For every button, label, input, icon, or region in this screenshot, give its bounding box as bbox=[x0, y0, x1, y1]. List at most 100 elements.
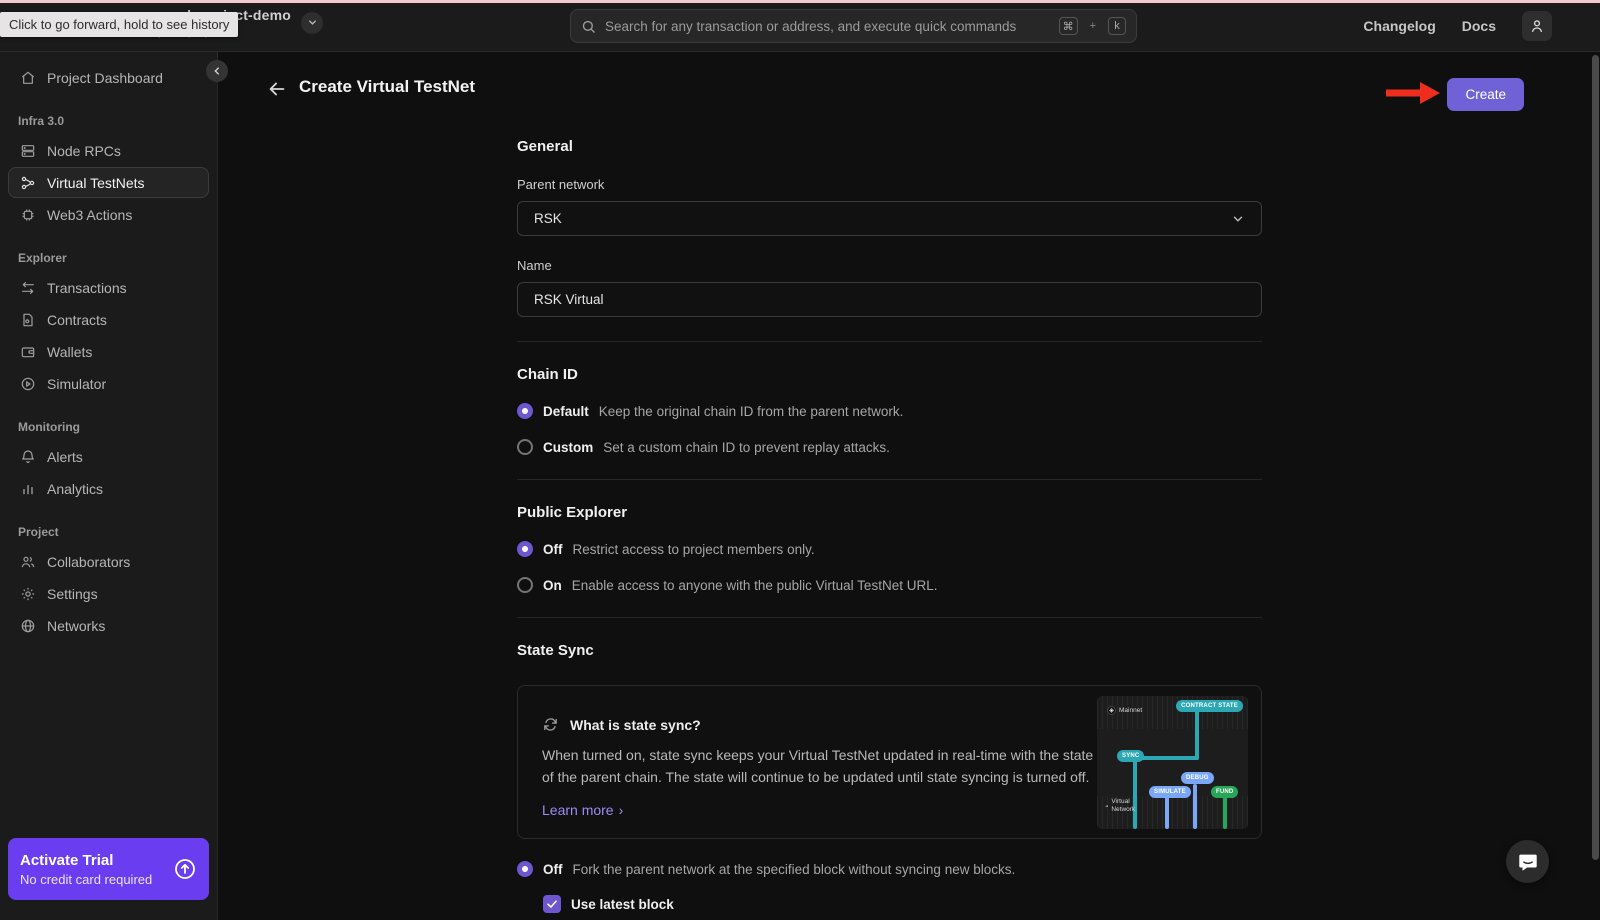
section-heading-state-sync: State Sync bbox=[517, 642, 1262, 659]
back-arrow-button[interactable] bbox=[266, 78, 288, 100]
state-sync-card-body: When turned on, state sync keeps your Vi… bbox=[542, 745, 1098, 788]
state-sync-card-title: What is state sync? bbox=[570, 717, 701, 733]
divider bbox=[517, 617, 1262, 618]
sidebar-item-virtual-testnets[interactable]: Virtual TestNets bbox=[8, 167, 209, 198]
page-scrollbar[interactable] bbox=[1592, 55, 1599, 860]
support-chat-button[interactable] bbox=[1506, 840, 1549, 883]
radio-label: Default bbox=[543, 404, 589, 419]
section-heading-general: General bbox=[517, 138, 1262, 155]
window-top-edge bbox=[0, 0, 1600, 3]
account-button[interactable] bbox=[1522, 11, 1552, 41]
sidebar: Project Dashboard Infra 3.0 Node RPCs Vi… bbox=[0, 52, 218, 920]
mainnet-icon: ◈ bbox=[1107, 706, 1116, 715]
sidebar-item-collaborators[interactable]: Collaborators bbox=[8, 546, 209, 577]
chevron-down-icon[interactable] bbox=[301, 12, 323, 34]
section-heading-chain-id: Chain ID bbox=[517, 366, 1262, 383]
sidebar-item-node-rpcs[interactable]: Node RPCs bbox=[8, 135, 209, 166]
refresh-icon bbox=[542, 716, 559, 733]
name-label: Name bbox=[517, 258, 1262, 273]
trial-title: Activate Trial bbox=[20, 852, 152, 869]
debug-line bbox=[1193, 784, 1197, 829]
sidebar-item-transactions[interactable]: Transactions bbox=[8, 272, 209, 303]
branch-network-icon bbox=[19, 174, 36, 191]
parent-network-value: RSK bbox=[534, 211, 562, 226]
checkbox-label: Use latest block bbox=[571, 897, 674, 912]
sidebar-item-web3-actions[interactable]: Web3 Actions bbox=[8, 199, 209, 230]
page-title: Create Virtual TestNet bbox=[299, 77, 475, 97]
sync-badge: SYNC bbox=[1117, 750, 1144, 762]
state-sync-diagram: ◈ Mainnet CONTRACT STATE SYNC DEBUG SIMU… bbox=[1097, 696, 1248, 829]
activate-trial-banner[interactable]: Activate Trial No credit card required bbox=[8, 838, 209, 900]
radio-on[interactable] bbox=[517, 577, 533, 593]
section-heading-public-explorer: Public Explorer bbox=[517, 504, 1262, 521]
users-icon bbox=[19, 553, 36, 570]
sidebar-section-explorer: Explorer bbox=[18, 251, 199, 265]
radio-default[interactable] bbox=[517, 403, 533, 419]
parent-network-select[interactable]: RSK bbox=[517, 201, 1262, 236]
topbar: my-rsk-project-demo my-rsk-project Searc… bbox=[0, 0, 1600, 52]
sidebar-item-label: Settings bbox=[47, 586, 98, 602]
global-search-input[interactable]: Search for any transaction or address, a… bbox=[570, 9, 1137, 43]
name-value: RSK Virtual bbox=[534, 292, 604, 307]
sidebar-item-label: Web3 Actions bbox=[47, 207, 132, 223]
radio-description: Fork the parent network at the specified… bbox=[573, 862, 1016, 877]
sidebar-section-monitoring: Monitoring bbox=[18, 420, 199, 434]
search-placeholder: Search for any transaction or address, a… bbox=[605, 19, 1050, 34]
sidebar-item-analytics[interactable]: Analytics bbox=[8, 473, 209, 504]
sidebar-item-label: Simulator bbox=[47, 376, 106, 392]
sidebar-item-label: Collaborators bbox=[47, 554, 130, 570]
sidebar-item-wallets[interactable]: Wallets bbox=[8, 336, 209, 367]
sidebar-item-networks[interactable]: Networks bbox=[8, 610, 209, 641]
use-latest-block-checkbox[interactable] bbox=[543, 895, 561, 913]
globe-icon bbox=[19, 617, 36, 634]
name-input[interactable]: RSK Virtual bbox=[517, 282, 1262, 317]
sidebar-item-label: Networks bbox=[47, 618, 105, 634]
sidebar-item-contracts[interactable]: Contracts bbox=[8, 304, 209, 335]
history-tooltip: Click to go forward, hold to see history bbox=[0, 12, 238, 37]
changelog-link[interactable]: Changelog bbox=[1363, 18, 1435, 34]
bell-icon bbox=[19, 448, 36, 465]
swap-arrows-icon bbox=[19, 279, 36, 296]
sync-line bbox=[1135, 756, 1199, 760]
docs-link[interactable]: Docs bbox=[1462, 18, 1496, 34]
sidebar-item-label: Alerts bbox=[47, 449, 83, 465]
cpu-chip-icon bbox=[19, 206, 36, 223]
contract-file-icon bbox=[19, 311, 36, 328]
divider bbox=[517, 479, 1262, 480]
sidebar-item-settings[interactable]: Settings bbox=[8, 578, 209, 609]
scrollbar-thumb[interactable] bbox=[1592, 55, 1599, 860]
fund-badge: FUND bbox=[1211, 786, 1238, 798]
chain-id-option-default: Default Keep the original chain ID from … bbox=[517, 403, 1262, 419]
sync-line bbox=[1195, 710, 1199, 760]
virtual-network-icon: ⟓ bbox=[1105, 802, 1108, 810]
sync-line bbox=[1133, 756, 1137, 829]
chevron-right-icon: › bbox=[619, 802, 624, 818]
sidebar-item-alerts[interactable]: Alerts bbox=[8, 441, 209, 472]
radio-custom[interactable] bbox=[517, 439, 533, 455]
radio-description: Restrict access to project members only. bbox=[573, 542, 815, 557]
learn-more-label: Learn more bbox=[542, 802, 614, 818]
learn-more-link[interactable]: Learn more › bbox=[542, 802, 623, 818]
use-latest-block-row: Use latest block bbox=[543, 895, 1262, 913]
bar-chart-icon bbox=[19, 480, 36, 497]
home-icon bbox=[19, 69, 36, 86]
kbd-cmd: ⌘ bbox=[1059, 17, 1078, 35]
sidebar-item-label: Analytics bbox=[47, 481, 103, 497]
sidebar-item-simulator[interactable]: Simulator bbox=[8, 368, 209, 399]
kbd-plus: + bbox=[1090, 20, 1096, 32]
radio-sync-off[interactable] bbox=[517, 861, 533, 877]
annotation-red-arrow bbox=[1384, 80, 1442, 106]
sidebar-item-label: Contracts bbox=[47, 312, 107, 328]
sidebar-item-label: Project Dashboard bbox=[47, 70, 163, 86]
create-button[interactable]: Create bbox=[1447, 78, 1524, 111]
trial-subtitle: No credit card required bbox=[20, 872, 152, 887]
sidebar-item-project-dashboard[interactable]: Project Dashboard bbox=[8, 62, 209, 93]
radio-label: On bbox=[543, 578, 562, 593]
radio-off[interactable] bbox=[517, 541, 533, 557]
public-explorer-option-off: Off Restrict access to project members o… bbox=[517, 541, 1262, 557]
public-explorer-option-on: On Enable access to anyone with the publ… bbox=[517, 577, 1262, 593]
sidebar-item-label: Virtual TestNets bbox=[47, 175, 145, 191]
sidebar-collapse-button[interactable] bbox=[206, 60, 228, 82]
radio-description: Enable access to anyone with the public … bbox=[572, 578, 938, 593]
chat-bubble-icon bbox=[1517, 851, 1539, 873]
